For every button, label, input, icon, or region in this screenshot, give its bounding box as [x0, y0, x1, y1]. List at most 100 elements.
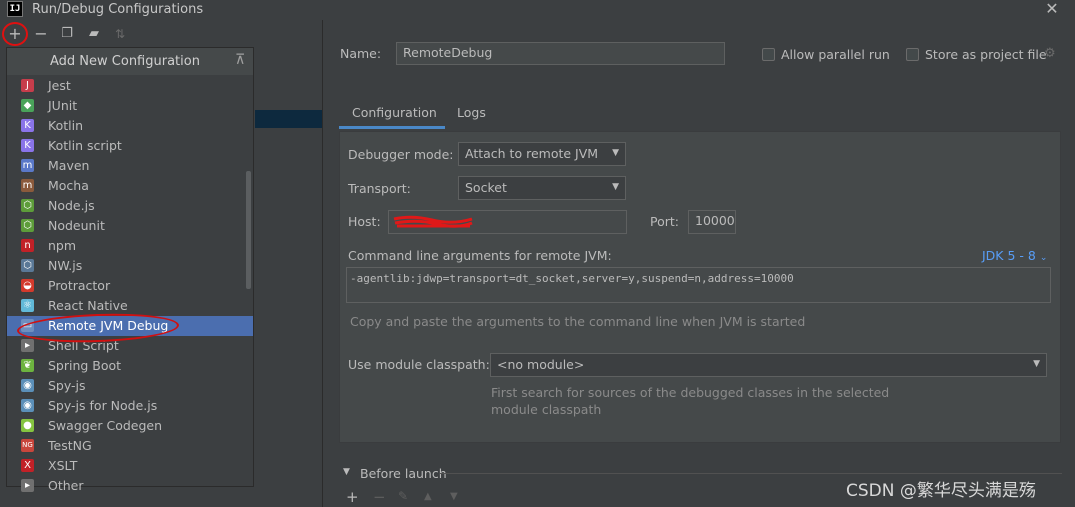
tab-logs[interactable]: Logs [457, 105, 486, 120]
edit-task-icon: ✎ [398, 489, 409, 503]
popup-item-spring-boot[interactable]: ❦ Spring Boot [7, 356, 253, 376]
transport-select[interactable]: Socket ▼ [458, 176, 626, 200]
kotlin-script-icon: K [21, 139, 34, 152]
annotation-circle-add [2, 22, 28, 46]
jest-icon: J [21, 79, 34, 92]
nodeunit-icon: ⬡ [21, 219, 34, 232]
popup-item-label: Other [48, 478, 84, 493]
allow-parallel-label: Allow parallel run [781, 47, 890, 62]
popup-item-label: npm [48, 238, 77, 253]
watermark: CSDN @繁华尽头满是殇 [846, 481, 1036, 501]
gear-icon[interactable]: ⚙ [1044, 46, 1056, 61]
remove-icon[interactable]: − [32, 25, 50, 43]
popup-item-label: NW.js [48, 258, 83, 273]
tree-selected-row[interactable] [255, 110, 322, 128]
module-classpath-label: Use module classpath: [348, 357, 490, 372]
cmdline-hint: Copy and paste the arguments to the comm… [350, 314, 806, 329]
popup-item-label: Swagger Codegen [48, 418, 163, 433]
jdk-version-text: JDK 5 - 8 [982, 248, 1036, 263]
transport-label: Transport: [348, 181, 411, 196]
module-classpath-select[interactable]: <no module> ▼ [490, 353, 1047, 377]
collapse-icon[interactable]: ⊼ [235, 52, 245, 68]
before-launch-label[interactable]: Before launch [360, 466, 447, 481]
popup-item-protractor[interactable]: ◒ Protractor [7, 276, 253, 296]
popup-item-xslt[interactable]: X XSLT [7, 456, 253, 476]
popup-title: Add New Configuration [50, 54, 200, 69]
store-project-label: Store as project file [925, 47, 1047, 62]
popup-item-jest[interactable]: J Jest [7, 76, 253, 96]
maven-icon: m [21, 159, 34, 172]
debugger-mode-label: Debugger mode: [348, 147, 454, 162]
jdk-version-link[interactable]: JDK 5 - 8 ⌄ [982, 248, 1047, 263]
remove-task-icon: − [373, 488, 386, 506]
redaction-scribble [393, 215, 473, 228]
port-input[interactable]: 10000 [688, 210, 736, 234]
name-input[interactable]: RemoteDebug [396, 42, 725, 65]
intellij-logo-icon: IJ [7, 1, 23, 17]
popup-item-kotlin[interactable]: K Kotlin [7, 116, 253, 136]
dropdown-arrow-icon: ▼ [1033, 359, 1040, 369]
popup-item-swagger-codegen[interactable]: ● Swagger Codegen [7, 416, 253, 436]
store-project-checkbox[interactable] [906, 48, 919, 61]
popup-item-node-js[interactable]: ⬡ Node.js [7, 196, 253, 216]
xslt-icon: X [21, 459, 34, 472]
allow-parallel-checkbox[interactable] [762, 48, 775, 61]
shell-script-icon: ▸ [21, 339, 34, 352]
popup-item-kotlin-script[interactable]: K Kotlin script [7, 136, 253, 156]
kotlin-icon: K [21, 119, 34, 132]
popup-item-nw-js[interactable]: ⬡ NW.js [7, 256, 253, 276]
popup-item-spy-js-for-node-js[interactable]: ◉ Spy-js for Node.js [7, 396, 253, 416]
popup-item-mocha[interactable]: m Mocha [7, 176, 253, 196]
mocha-icon: m [21, 179, 34, 192]
swagger-icon: ● [21, 419, 34, 432]
panel-divider [322, 20, 323, 507]
popup-item-junit[interactable]: ◆ JUnit [7, 96, 253, 116]
window-title: Run/Debug Configurations [32, 2, 204, 17]
port-label: Port: [650, 214, 679, 229]
other-icon: ▸ [21, 479, 34, 492]
host-label: Host: [348, 214, 381, 229]
popup-item-other[interactable]: ▸ Other [7, 476, 253, 496]
popup-item-spy-js[interactable]: ◉ Spy-js [7, 376, 253, 396]
spyjs-icon: ◉ [21, 379, 34, 392]
popup-item-label: Nodeunit [48, 218, 105, 233]
chevron-down-icon: ⌄ [1039, 253, 1048, 263]
transport-value: Socket [465, 180, 507, 195]
popup-item-label: Spy-js [48, 378, 86, 393]
popup-item-npm[interactable]: n npm [7, 236, 253, 256]
popup-item-react-native[interactable]: ⚛ React Native [7, 296, 253, 316]
protractor-icon: ◒ [21, 279, 34, 292]
copy-icon[interactable]: ❐ [58, 25, 76, 43]
popup-item-maven[interactable]: m Maven [7, 156, 253, 176]
popup-item-label: Maven [48, 158, 90, 173]
junit-icon: ◆ [21, 99, 34, 112]
popup-scrollbar[interactable] [246, 171, 251, 289]
name-label: Name: [340, 46, 382, 61]
popup-item-testng[interactable]: NG TestNG [7, 436, 253, 456]
tab-configuration[interactable]: Configuration [352, 105, 437, 120]
cmdline-label: Command line arguments for remote JVM: [348, 248, 612, 263]
debugger-mode-select[interactable]: Attach to remote JVM ▼ [458, 142, 626, 166]
add-configuration-popup: Add New Configuration ⊼ J Jest ◆ JUnit K Kotl… [6, 47, 254, 493]
sort-icon: ⇅ [114, 27, 126, 41]
move-up-icon: ▲ [424, 491, 432, 502]
cmdline-args-field[interactable]: -agentlib:jdwp=transport=dt_socket,serve… [346, 267, 1051, 303]
expand-triangle-icon[interactable]: ▼ [343, 467, 350, 477]
popup-item-label: Spy-js for Node.js [48, 398, 158, 413]
nwjs-icon: ⬡ [21, 259, 34, 272]
folder-add-icon[interactable]: ▰ [85, 25, 103, 43]
react-icon: ⚛ [21, 299, 34, 312]
testng-icon: NG [21, 439, 34, 452]
nodejs-icon: ⬡ [21, 199, 34, 212]
popup-item-label: Node.js [48, 198, 95, 213]
close-button[interactable]: ✕ [1044, 0, 1060, 18]
debugger-mode-value: Attach to remote JVM [465, 146, 599, 161]
add-task-icon[interactable]: + [346, 488, 362, 506]
popup-item-label: Kotlin script [48, 138, 122, 153]
move-down-icon: ▼ [450, 491, 458, 502]
popup-item-label: JUnit [48, 98, 78, 113]
popup-item-label: React Native [48, 298, 128, 313]
section-divider [440, 473, 1062, 474]
popup-item-nodeunit[interactable]: ⬡ Nodeunit [7, 216, 253, 236]
popup-item-label: Protractor [48, 278, 111, 293]
